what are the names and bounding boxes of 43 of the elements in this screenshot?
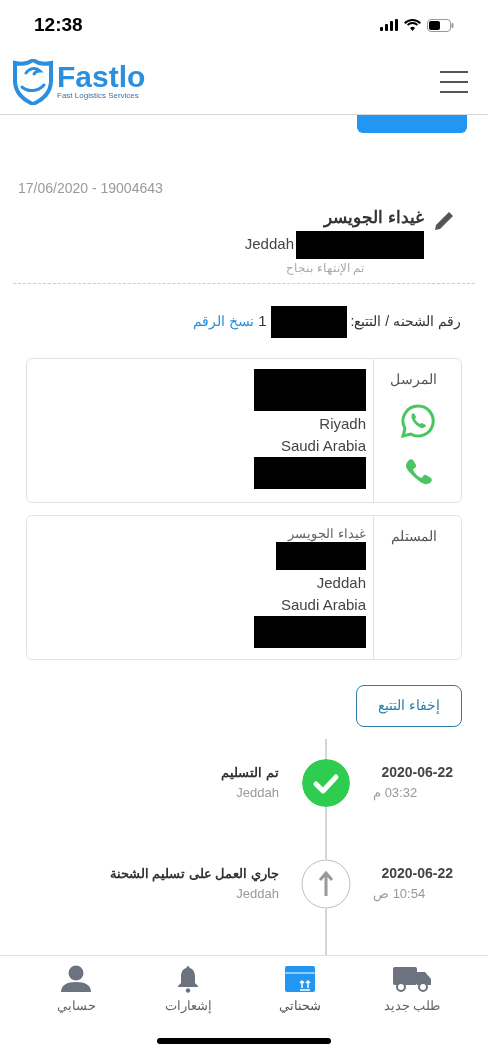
- logo-name: Fastlo: [57, 63, 146, 91]
- party-role: المرسل: [390, 369, 437, 390]
- nav-tab[interactable]: حسابي: [36, 965, 116, 1016]
- user-icon: [60, 965, 92, 993]
- party-country: Saudi Arabia: [280, 594, 366, 615]
- shield-logo-icon: [12, 59, 54, 105]
- party-country: Saudi Arabia: [280, 435, 366, 456]
- nav-tab[interactable]: شحناتي: [260, 965, 340, 1016]
- event-date: 2020-06-22: [381, 864, 453, 884]
- party-role: المستلم: [391, 526, 437, 547]
- nav-tab[interactable]: طلب جديد: [372, 965, 452, 1016]
- menu-button[interactable]: [440, 71, 468, 93]
- party-city: Jeddah: [316, 572, 366, 593]
- tracking-number: 1: [258, 311, 267, 332]
- pencil-icon: [432, 209, 456, 233]
- event-time: 03:32 م: [373, 784, 418, 803]
- bell-icon: [177, 965, 199, 993]
- recipient-city: Jeddah: [244, 234, 294, 255]
- logo-tagline: Fast Logistics Services: [57, 91, 140, 101]
- party-city: Riyadh: [319, 413, 366, 434]
- truck-icon: [392, 965, 432, 993]
- whatsapp-icon[interactable]: [400, 403, 435, 438]
- recipient-name: غيداء الجويسر: [324, 207, 424, 230]
- hide-tracking-button[interactable]: إخفاء التتبع: [356, 684, 462, 727]
- event-time: 10:54 ص: [373, 885, 426, 904]
- battery-icon: [427, 18, 454, 32]
- event-date: 2020-06-22: [381, 763, 453, 783]
- event-title: جاري العمل على تسليم الشحنة: [109, 865, 279, 884]
- status-time: 12:38: [34, 12, 83, 37]
- event-title: تم التسليم: [221, 764, 279, 783]
- box-icon: [284, 965, 316, 993]
- arrow-up-circle-icon: [301, 858, 351, 909]
- signal-icon: [380, 19, 398, 31]
- party-name: غيداء الجويسر: [288, 525, 366, 542]
- nav-tab[interactable]: إشعارات: [148, 965, 228, 1016]
- shipment-status: تم الإنتهاء بنجاح: [286, 259, 364, 277]
- check-circle-icon: [302, 758, 350, 807]
- wifi-icon: [404, 19, 421, 31]
- event-city: Jeddah: [236, 783, 279, 802]
- shipment-date-id: 17/06/2020 - 19004643: [18, 179, 164, 198]
- event-city: Jeddah: [236, 884, 279, 903]
- tracking-label: رقم الشحنه / التتبع:: [350, 312, 461, 332]
- copy-number-link[interactable]: نسخ الرقم: [193, 311, 255, 332]
